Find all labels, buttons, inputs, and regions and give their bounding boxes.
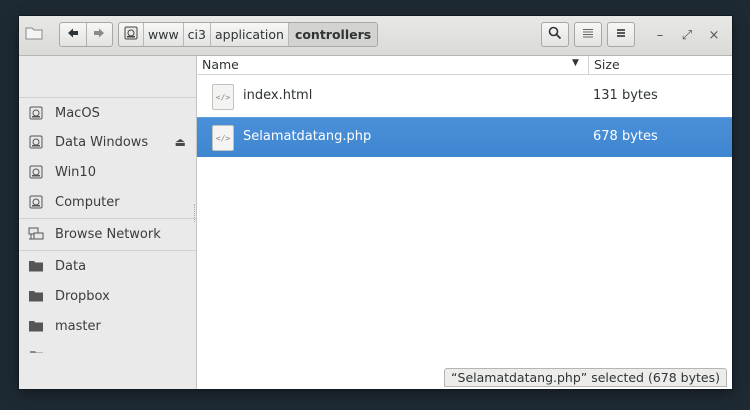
- drive-icon: [124, 26, 138, 43]
- sidebar-item-win10[interactable]: Win10: [19, 158, 196, 186]
- drive-icon: [28, 194, 44, 210]
- search-button[interactable]: [541, 22, 569, 47]
- file-list: Name ▼ Size </> index.html 131 bytes </>…: [197, 56, 732, 389]
- sidebar-item-macos[interactable]: MacOS: [19, 99, 196, 127]
- sidebar-item-label: Data Windows: [55, 134, 149, 150]
- status-bar: “Selamatdatang.php” selected (678 bytes): [444, 368, 727, 387]
- arrow-right-icon: [93, 27, 105, 43]
- network-icon: [28, 226, 44, 242]
- drive-icon: [28, 105, 44, 121]
- sidebar-item-label: Computer: [55, 194, 120, 210]
- file-manager-window: www ci3 application controllers – ⤢ × Ma…: [19, 16, 732, 389]
- column-divider[interactable]: [588, 56, 589, 74]
- column-header: Name ▼ Size: [197, 56, 732, 75]
- minimize-button[interactable]: –: [651, 26, 669, 44]
- file-size: 678 bytes: [593, 129, 658, 144]
- file-row-selamatdatang-php[interactable]: </> Selamatdatang.php 678 bytes: [197, 117, 732, 157]
- folder-icon[interactable]: [25, 25, 45, 45]
- folder-icon: [28, 258, 44, 274]
- sidebar-separator: [19, 97, 196, 98]
- sidebar-item-label: Data: [55, 258, 87, 274]
- drive-icon: [28, 164, 44, 180]
- file-name: index.html: [243, 88, 313, 103]
- navigation-buttons: [59, 22, 113, 47]
- code-file-icon: </>: [212, 125, 234, 151]
- maximize-button[interactable]: ⤢: [678, 26, 696, 44]
- hamburger-icon: [615, 27, 627, 43]
- path-segment-application[interactable]: application: [209, 23, 288, 46]
- sidebar-item-computer[interactable]: Computer: [19, 188, 196, 216]
- header-bar: www ci3 application controllers – ⤢ ×: [19, 16, 732, 56]
- path-segment-controllers[interactable]: controllers: [287, 23, 378, 46]
- folder-icon: [28, 318, 44, 334]
- file-size: 131 bytes: [593, 88, 658, 103]
- path-bar: www ci3 application controllers: [118, 22, 379, 47]
- search-icon: [548, 26, 562, 44]
- sidebar-item-master[interactable]: master: [19, 312, 196, 340]
- back-button[interactable]: [60, 23, 86, 46]
- sidebar-item-data-windows[interactable]: Data Windows ⏏: [19, 128, 196, 156]
- sidebar-item-label: MacOS: [55, 105, 100, 121]
- sort-down-icon: ▼: [572, 58, 579, 68]
- code-file-icon: </>: [212, 84, 234, 110]
- folder-icon: [29, 349, 43, 353]
- folder-icon: [28, 288, 44, 304]
- column-header-size[interactable]: Size: [594, 57, 620, 72]
- sidebar-separator: [19, 218, 196, 219]
- sidebar-item-label: Dropbox: [55, 288, 110, 304]
- sidebar-item-dropbox[interactable]: Dropbox: [19, 282, 196, 310]
- sidebar: MacOS Data Windows ⏏ Win10 Computer Brow…: [19, 56, 197, 389]
- arrow-left-icon: [67, 27, 79, 43]
- file-row-index-html[interactable]: </> index.html 131 bytes: [197, 76, 732, 116]
- column-header-name[interactable]: Name: [202, 57, 239, 72]
- sidebar-item-data[interactable]: Data: [19, 252, 196, 280]
- menu-button[interactable]: [607, 22, 635, 47]
- list-view-button[interactable]: [574, 22, 602, 47]
- file-name: Selamatdatang.php: [243, 129, 372, 144]
- sidebar-separator: [19, 250, 196, 251]
- path-drive-button[interactable]: [119, 23, 143, 46]
- list-icon: [582, 27, 594, 43]
- forward-button[interactable]: [85, 23, 113, 46]
- sidebar-item-browse-network[interactable]: Browse Network: [19, 220, 196, 248]
- path-segment-ci3[interactable]: ci3: [182, 23, 210, 46]
- eject-icon[interactable]: ⏏: [175, 135, 186, 149]
- sidebar-item-label: master: [55, 318, 101, 334]
- drive-icon: [28, 134, 44, 150]
- sidebar-item-label: Browse Network: [55, 226, 161, 242]
- close-button[interactable]: ×: [705, 26, 723, 44]
- sidebar-item-label: Win10: [55, 164, 96, 180]
- path-segment-www[interactable]: www: [143, 23, 183, 46]
